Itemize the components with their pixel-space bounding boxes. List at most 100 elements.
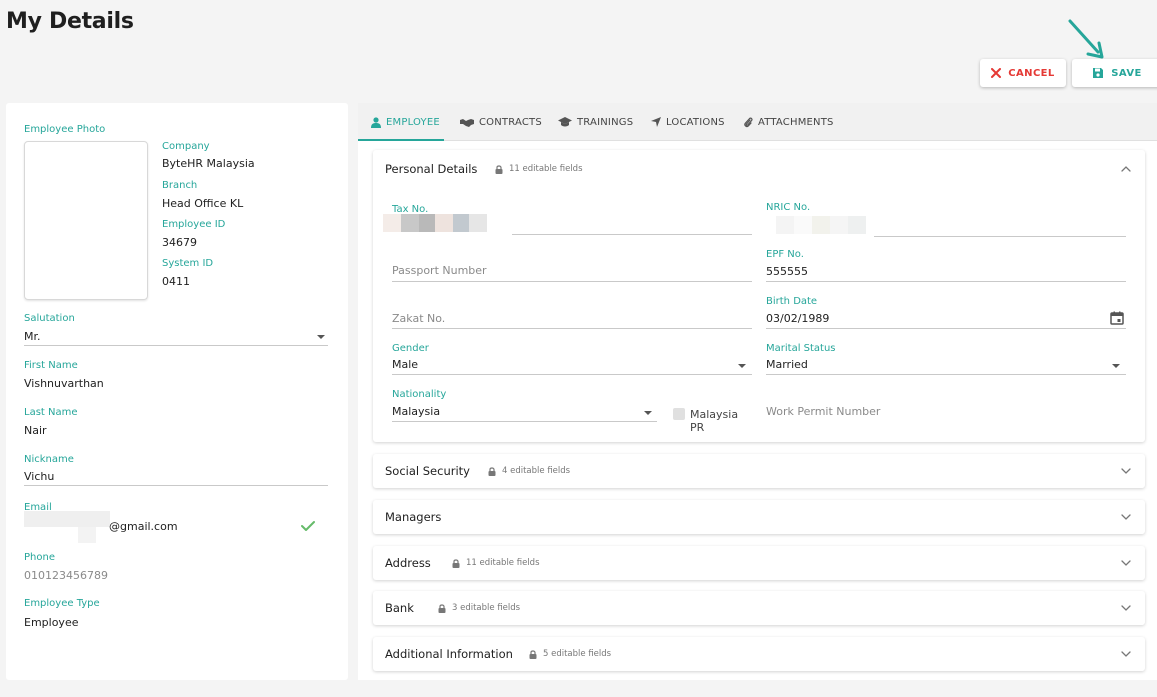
chevron-down-icon	[1121, 560, 1131, 566]
person-icon	[371, 116, 381, 128]
birth-date-value: 03/02/1989	[766, 312, 830, 325]
caret-down-icon	[644, 411, 652, 415]
zakat-no-placeholder: Zakat No.	[392, 312, 446, 325]
phone-value: 010123456789	[24, 569, 108, 582]
company-label: Company	[162, 141, 210, 152]
details-panel: EMPLOYEE CONTRACTS TRAININGS LOCATIONS A…	[358, 103, 1157, 680]
lock-icon	[529, 649, 537, 659]
marital-status-value: Married	[766, 358, 808, 371]
tax-no-field[interactable]	[383, 214, 752, 234]
section-address[interactable]: Address 11 editable fields	[373, 546, 1145, 580]
tab-contracts[interactable]: CONTRACTS	[460, 103, 542, 141]
tab-attachments[interactable]: ATTACHMENTS	[744, 103, 834, 141]
chevron-up-icon	[1121, 166, 1131, 172]
additional-information-note-text: 5 editable fields	[543, 649, 612, 659]
epf-no-input[interactable]: 555555	[766, 264, 1126, 281]
branch-value: Head Office KL	[162, 197, 244, 210]
company-value: ByteHR Malaysia	[162, 157, 255, 170]
bank-title: Bank	[385, 601, 414, 615]
section-bank[interactable]: Bank 3 editable fields	[373, 591, 1145, 625]
tab-trainings-label: TRAININGS	[577, 116, 634, 128]
floppy-disk-icon	[1092, 67, 1104, 79]
redacted-email-block	[24, 511, 110, 527]
bank-note-text: 3 editable fields	[452, 603, 521, 613]
tab-trainings[interactable]: TRAININGS	[558, 103, 633, 141]
section-managers[interactable]: Managers	[373, 500, 1145, 534]
nationality-select[interactable]: Malaysia	[392, 404, 657, 421]
redacted-block	[469, 214, 487, 232]
save-button[interactable]: SAVE	[1072, 59, 1157, 87]
redacted-block	[794, 216, 812, 234]
lock-icon	[488, 466, 496, 476]
malaysia-pr-checkbox[interactable]: Malaysia PR	[673, 406, 753, 434]
redacted-block	[453, 214, 469, 232]
nickname-label: Nickname	[24, 454, 74, 465]
first-name-label: First Name	[24, 360, 78, 371]
system-id-value: 0411	[162, 275, 190, 288]
employee-summary-card: Employee Photo Company ByteHR Malaysia B…	[6, 103, 348, 680]
branch-label: Branch	[162, 180, 198, 191]
redacted-block	[812, 216, 830, 234]
additional-information-note: 5 editable fields	[529, 649, 611, 659]
nationality-label: Nationality	[392, 389, 447, 400]
calendar-icon[interactable]	[1110, 310, 1124, 329]
salutation-select[interactable]: Mr.	[24, 329, 328, 346]
tab-employee[interactable]: EMPLOYEE	[371, 103, 440, 141]
salutation-value: Mr.	[24, 330, 41, 343]
page-title: My Details	[6, 9, 134, 34]
social-security-note: 4 editable fields	[488, 466, 570, 476]
caret-down-icon	[317, 335, 325, 339]
passport-number-input[interactable]: Passport Number	[392, 262, 752, 280]
marital-status-select[interactable]: Married	[766, 357, 1126, 374]
epf-no-label: EPF No.	[766, 249, 804, 260]
redacted-block	[401, 214, 419, 232]
personal-details-header[interactable]: Personal Details 11 editable fields	[373, 150, 1145, 190]
work-permit-input[interactable]: Work Permit Number	[766, 404, 1126, 422]
tab-locations[interactable]: LOCATIONS	[651, 103, 725, 141]
birth-date-label: Birth Date	[766, 296, 818, 307]
nric-no-field[interactable]	[776, 216, 1126, 236]
nric-no-label: NRIC No.	[766, 202, 811, 213]
redacted-block	[383, 214, 401, 232]
chevron-down-icon	[1121, 514, 1131, 520]
lock-icon	[438, 603, 446, 613]
close-icon	[991, 68, 1002, 78]
marital-status-label: Marital Status	[766, 343, 836, 354]
salutation-label: Salutation	[24, 313, 75, 324]
gender-label: Gender	[392, 343, 429, 354]
last-name-label: Last Name	[24, 407, 78, 418]
malaysia-pr-label: Malaysia PR	[690, 408, 739, 434]
lock-icon	[495, 164, 503, 174]
redacted-block	[435, 214, 453, 232]
nationality-value: Malaysia	[392, 405, 441, 418]
annotation-arrow-icon	[1068, 19, 1104, 59]
tab-attachments-label: ATTACHMENTS	[758, 116, 834, 128]
employee-type-value: Employee	[24, 616, 79, 629]
phone-label: Phone	[24, 552, 55, 563]
redacted-block	[776, 216, 794, 234]
birth-date-input[interactable]: 03/02/1989	[766, 311, 1126, 328]
cancel-button[interactable]: CANCEL	[980, 59, 1066, 87]
chevron-down-icon	[1121, 468, 1131, 474]
graduation-cap-icon	[558, 117, 572, 127]
personal-details-note-text: 11 editable fields	[509, 164, 583, 174]
handshake-icon	[460, 118, 474, 127]
system-id-label: System ID	[162, 258, 214, 269]
zakat-no-input[interactable]: Zakat No.	[392, 310, 752, 328]
tab-bar: EMPLOYEE CONTRACTS TRAININGS LOCATIONS A…	[358, 103, 1157, 141]
section-social-security[interactable]: Social Security 4 editable fields	[373, 454, 1145, 488]
active-tab-indicator	[358, 139, 444, 141]
last-name-value: Nair	[24, 424, 47, 437]
section-additional-information[interactable]: Additional Information 5 editable fields	[373, 637, 1145, 671]
gender-select[interactable]: Male	[392, 357, 752, 374]
check-icon	[301, 517, 315, 536]
redacted-block	[419, 214, 435, 232]
employee-photo[interactable]	[24, 141, 148, 300]
tab-locations-label: LOCATIONS	[666, 116, 725, 128]
address-note: 11 editable fields	[452, 558, 540, 568]
bank-note: 3 editable fields	[438, 603, 520, 613]
lock-icon	[452, 558, 460, 568]
nickname-field[interactable]: Vichu	[24, 469, 328, 486]
passport-number-placeholder: Passport Number	[392, 264, 487, 277]
caret-down-icon	[738, 364, 746, 368]
